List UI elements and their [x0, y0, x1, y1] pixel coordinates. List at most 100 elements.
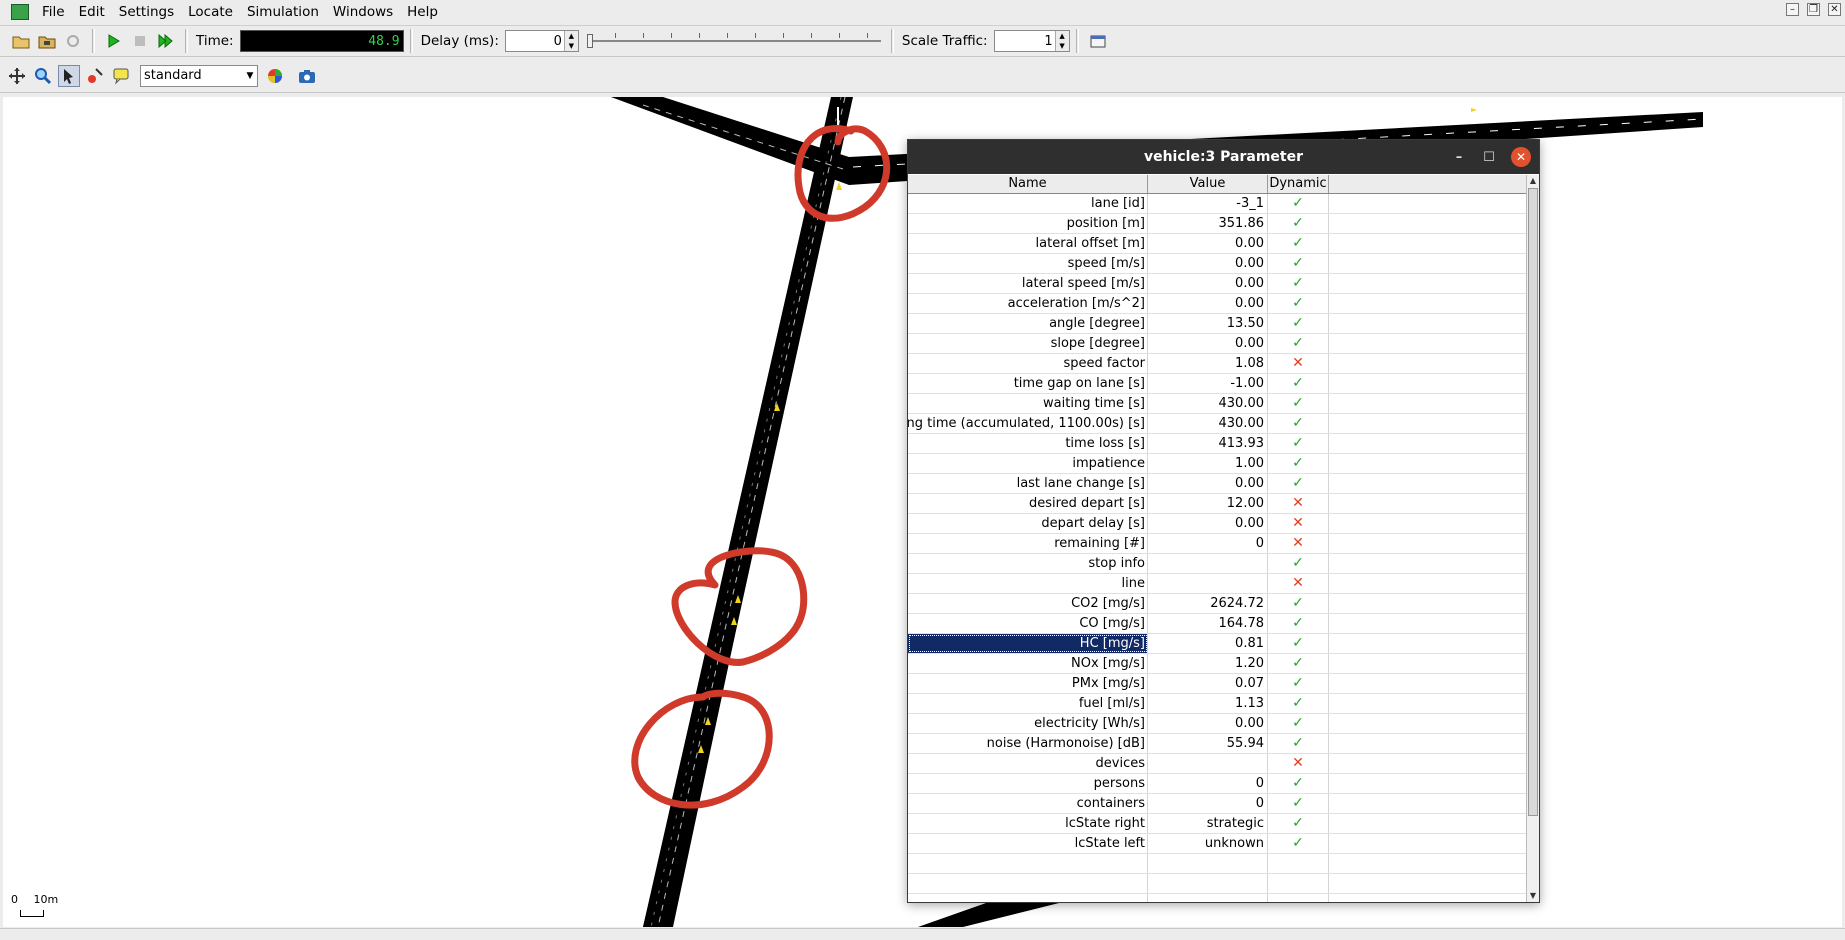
table-row[interactable]: time gap on lane [s] -1.00 ✓ — [908, 374, 1528, 394]
table-row[interactable]: lcState right strategic ✓ — [908, 814, 1528, 834]
table-row[interactable]: lateral offset [m] 0.00 ✓ — [908, 234, 1528, 254]
minimize-icon[interactable]: – — [1451, 150, 1467, 165]
table-row[interactable]: time loss [s] 413.93 ✓ — [908, 434, 1528, 454]
spinner-arrows-icon[interactable]: ▲ ▼ — [1054, 31, 1069, 51]
table-row[interactable]: fuel [ml/s] 1.13 ✓ — [908, 694, 1528, 714]
param-name-cell[interactable]: line — [908, 574, 1148, 593]
param-name-cell[interactable]: desired depart [s] — [908, 494, 1148, 513]
step-icon[interactable] — [155, 30, 177, 52]
param-name-cell[interactable]: NOx [mg/s] — [908, 654, 1148, 673]
param-name-cell[interactable]: lateral offset [m] — [908, 234, 1148, 253]
slider-thumb[interactable] — [586, 34, 593, 48]
table-row[interactable]: remaining [#] 0 ✕ — [908, 534, 1528, 554]
menu-locate[interactable]: Locate — [181, 0, 240, 24]
dialog-title-bar[interactable]: vehicle:3 Parameter – ☐ ✕ — [908, 140, 1539, 174]
param-name-cell[interactable]: noise (Harmonoise) [dB] — [908, 734, 1148, 753]
table-row[interactable]: position [m] 351.86 ✓ — [908, 214, 1528, 234]
stop-icon[interactable] — [129, 30, 151, 52]
recenter-icon[interactable] — [6, 65, 28, 87]
table-row[interactable]: containers 0 ✓ — [908, 794, 1528, 814]
column-header-name[interactable]: Name — [908, 175, 1148, 193]
table-row[interactable]: HC [mg/s] 0.81 ✓ — [908, 634, 1528, 654]
param-name-cell[interactable]: persons — [908, 774, 1148, 793]
play-icon[interactable] — [103, 30, 125, 52]
param-name-cell[interactable]: speed [m/s] — [908, 254, 1148, 273]
menu-file[interactable]: File — [35, 0, 72, 24]
spinner-arrows-icon[interactable]: ▲ ▼ — [563, 31, 578, 51]
select-icon[interactable] — [58, 64, 80, 87]
open-icon[interactable] — [10, 30, 32, 52]
table-row[interactable]: CO2 [mg/s] 2624.72 ✓ — [908, 594, 1528, 614]
table-row[interactable]: speed [m/s] 0.00 ✓ — [908, 254, 1528, 274]
param-name-cell[interactable]: HC [mg/s] — [908, 634, 1148, 653]
param-name-cell[interactable]: lane [id] — [908, 194, 1148, 213]
color-wheel-icon[interactable] — [264, 65, 286, 87]
menu-simulation[interactable]: Simulation — [240, 0, 326, 24]
table-row[interactable]: persons 0 ✓ — [908, 774, 1528, 794]
param-name-cell[interactable]: speed factor — [908, 354, 1148, 373]
param-name-cell[interactable]: position [m] — [908, 214, 1148, 233]
table-row[interactable]: depart delay [s] 0.00 ✕ — [908, 514, 1528, 534]
minimize-icon[interactable]: – — [1786, 3, 1799, 16]
param-name-cell[interactable]: CO2 [mg/s] — [908, 594, 1148, 613]
param-name-cell[interactable]: CO [mg/s] — [908, 614, 1148, 633]
open-network-icon[interactable] — [36, 30, 58, 52]
table-row[interactable]: line ✕ — [908, 574, 1528, 594]
param-name-cell[interactable]: angle [degree] — [908, 314, 1148, 333]
menu-settings[interactable]: Settings — [112, 0, 181, 24]
scroll-down-icon[interactable]: ▼ — [1527, 890, 1539, 902]
table-row[interactable]: acceleration [m/s^2] 0.00 ✓ — [908, 294, 1528, 314]
table-row[interactable]: slope [degree] 0.00 ✓ — [908, 334, 1528, 354]
param-name-cell[interactable]: waiting time [s] — [908, 394, 1148, 413]
param-name-cell[interactable]: time loss [s] — [908, 434, 1148, 453]
table-row[interactable]: CO [mg/s] 164.78 ✓ — [908, 614, 1528, 634]
param-name-cell[interactable]: acceleration [m/s^2] — [908, 294, 1148, 313]
table-row[interactable]: last lane change [s] 0.00 ✓ — [908, 474, 1528, 494]
param-name-cell[interactable]: fuel [ml/s] — [908, 694, 1148, 713]
column-header-dynamic[interactable]: Dynamic — [1268, 175, 1329, 193]
restore-icon[interactable]: ❐ — [1807, 3, 1820, 16]
scrollbar-thumb[interactable] — [1528, 188, 1538, 816]
param-name-cell[interactable]: lcState left — [908, 834, 1148, 853]
param-name-cell[interactable]: remaining [#] — [908, 534, 1148, 553]
param-name-cell[interactable]: stop info — [908, 554, 1148, 573]
zoom-icon[interactable] — [32, 65, 54, 87]
new-view-icon[interactable] — [1087, 30, 1109, 52]
table-row[interactable]: impatience 1.00 ✓ — [908, 454, 1528, 474]
param-name-cell[interactable]: slope [degree] — [908, 334, 1148, 353]
column-header-value[interactable]: Value — [1148, 175, 1268, 193]
table-row[interactable]: electricity [Wh/s] 0.00 ✓ — [908, 714, 1528, 734]
maximize-icon[interactable]: ☐ — [1481, 150, 1497, 165]
param-name-cell[interactable]: devices — [908, 754, 1148, 773]
param-name-cell[interactable]: lcState right — [908, 814, 1148, 833]
table-row[interactable]: noise (Harmonoise) [dB] 55.94 ✓ — [908, 734, 1528, 754]
table-row[interactable]: waiting time (accumulated, 1100.00s) [s]… — [908, 414, 1528, 434]
param-name-cell[interactable]: depart delay [s] — [908, 514, 1148, 533]
param-name-cell[interactable]: electricity [Wh/s] — [908, 714, 1148, 733]
color-scheme-select[interactable]: standard ▼ — [140, 64, 258, 87]
locator-icon[interactable] — [84, 65, 106, 87]
scale-traffic-spinner[interactable]: 1 ▲ ▼ — [993, 30, 1070, 52]
param-name-cell[interactable]: last lane change [s] — [908, 474, 1148, 493]
param-name-cell[interactable]: impatience — [908, 454, 1148, 473]
table-row[interactable]: desired depart [s] 12.00 ✕ — [908, 494, 1528, 514]
table-row[interactable]: stop info ✓ — [908, 554, 1528, 574]
table-row[interactable]: PMx [mg/s] 0.07 ✓ — [908, 674, 1528, 694]
menu-help[interactable]: Help — [400, 0, 445, 24]
screenshot-icon[interactable] — [296, 65, 318, 87]
delay-spinner[interactable]: 0 ▲ ▼ — [504, 30, 579, 52]
close-icon[interactable]: ✕ — [1511, 147, 1531, 167]
menu-windows[interactable]: Windows — [326, 0, 400, 24]
scroll-up-icon[interactable]: ▲ — [1527, 175, 1539, 187]
param-name-cell[interactable]: time gap on lane [s] — [908, 374, 1148, 393]
param-name-cell[interactable]: lateral speed [m/s] — [908, 274, 1148, 293]
param-name-cell[interactable]: containers — [908, 794, 1148, 813]
menu-edit[interactable]: Edit — [72, 0, 112, 24]
reload-icon[interactable] — [62, 30, 84, 52]
table-row[interactable]: NOx [mg/s] 1.20 ✓ — [908, 654, 1528, 674]
table-row[interactable]: lcState left unknown ✓ — [908, 834, 1528, 854]
table-row[interactable]: speed factor 1.08 ✕ — [908, 354, 1528, 374]
delay-slider[interactable] — [585, 30, 885, 52]
table-row[interactable]: waiting time [s] 430.00 ✓ — [908, 394, 1528, 414]
table-row[interactable]: devices ✕ — [908, 754, 1528, 774]
